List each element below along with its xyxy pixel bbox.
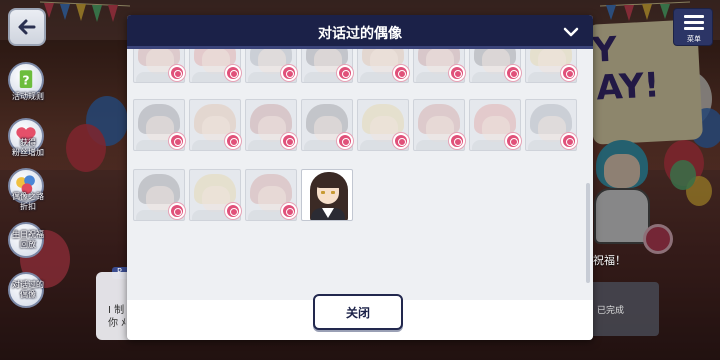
favorite-badge-icon xyxy=(169,133,185,149)
side-button-label: 对话过的 偶像 xyxy=(12,280,44,299)
menu-button[interactable]: 菜单 xyxy=(673,8,713,46)
favorite-badge-icon xyxy=(393,133,409,149)
wish-text: 祝福！ xyxy=(593,254,626,267)
favorite-badge-icon xyxy=(337,65,353,81)
back-arrow-icon xyxy=(18,19,36,35)
favorite-badge-icon xyxy=(281,65,297,81)
completed-label: 已完成 xyxy=(597,306,625,316)
side-button-idol-road[interactable]: 偶像之路 折扣 xyxy=(4,168,48,212)
scrollbar[interactable] xyxy=(586,183,590,283)
favorite-badge-icon xyxy=(337,133,353,149)
chevron-down-icon[interactable] xyxy=(563,25,579,39)
idol-grid[interactable] xyxy=(127,49,593,300)
favorite-badge-icon xyxy=(225,203,241,219)
favorite-badge-icon xyxy=(505,65,521,81)
favorite-badge-icon xyxy=(449,133,465,149)
side-button-fans[interactable]: 获得 粉丝增加 xyxy=(4,118,48,162)
favorite-badge-icon xyxy=(505,133,521,149)
side-button-label: 生日祝福 回放 xyxy=(12,230,44,249)
modal-header: 对话过的偶像 xyxy=(127,15,593,49)
favorite-badge-icon xyxy=(225,133,241,149)
favorite-badge-icon xyxy=(561,65,577,81)
side-button-label: 活动规则 xyxy=(12,92,44,101)
back-button[interactable] xyxy=(8,8,46,46)
side-button-label: 偶像之路 折扣 xyxy=(12,192,44,211)
favorite-badge-icon xyxy=(393,65,409,81)
talked-idols-modal: 对话过的偶像 关闭 xyxy=(127,15,593,340)
favorite-badge-icon xyxy=(225,65,241,81)
side-button-birthday-replay[interactable]: 生日祝福 回放 xyxy=(4,222,48,266)
side-button-talked-idols[interactable]: 对话过的 偶像 xyxy=(4,272,48,316)
favorite-badge-icon xyxy=(561,133,577,149)
hamburger-icon xyxy=(684,15,704,31)
dialog-text: I 制 你 ﾒ xyxy=(108,305,127,329)
favorite-badge-icon xyxy=(449,65,465,81)
svg-text:?: ? xyxy=(22,72,29,87)
side-button-label: 获得 粉丝增加 xyxy=(12,138,44,157)
favorite-badge-icon xyxy=(169,203,185,219)
favorite-badge-icon xyxy=(169,65,185,81)
side-button-rules[interactable]: ? 活动规则 xyxy=(4,62,48,106)
modal-title: 对话过的偶像 xyxy=(318,26,402,42)
favorite-badge-icon xyxy=(281,203,297,219)
favorite-badge-icon xyxy=(281,133,297,149)
menu-label: 菜单 xyxy=(687,35,701,43)
idol-portrait-active[interactable] xyxy=(301,169,353,221)
close-button[interactable]: 关闭 xyxy=(313,294,403,330)
